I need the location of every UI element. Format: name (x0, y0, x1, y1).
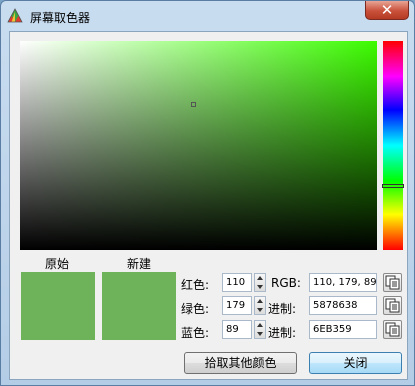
original-label: 原始 (45, 257, 70, 271)
blue-label: 蓝色: (181, 326, 210, 340)
blue-input[interactable]: 89 (222, 320, 252, 339)
green-label: 绿色: (181, 302, 210, 316)
window-title: 屏幕取色器 (30, 11, 91, 25)
rgb-field[interactable]: 110, 179, 89 (309, 273, 377, 292)
red-input[interactable]: 110 (222, 273, 252, 292)
copy-icon (385, 275, 400, 290)
hex-label: 进制: (268, 326, 297, 340)
new-color-swatch (102, 272, 176, 340)
red-label: 红色: (181, 278, 210, 292)
hue-slider-thumb[interactable] (382, 184, 404, 188)
copy-icon (385, 298, 400, 313)
title-bar[interactable]: 屏幕取色器 ✕ (1, 1, 414, 31)
red-stepper[interactable] (254, 273, 266, 292)
hue-slider[interactable] (383, 41, 403, 250)
decimal-field[interactable]: 5878638 (309, 296, 377, 315)
pick-other-color-button[interactable]: 拾取其他颜色 (184, 352, 297, 374)
saturation-value-field[interactable] (20, 41, 377, 250)
color-picker-icon (7, 8, 23, 23)
close-icon: ✕ (380, 1, 394, 19)
close-button[interactable]: 关闭 (309, 352, 402, 374)
blue-stepper[interactable] (254, 320, 266, 339)
sv-cursor[interactable] (191, 102, 196, 107)
copy-hex-button[interactable] (383, 320, 402, 339)
green-stepper[interactable] (254, 296, 266, 315)
new-label: 新建 (127, 257, 152, 271)
copy-rgb-button[interactable] (383, 273, 402, 292)
window-close-button[interactable]: ✕ (365, 1, 409, 20)
decimal-label: 进制: (268, 302, 297, 316)
rgb-label: RGB: (271, 276, 301, 290)
copy-icon (385, 322, 400, 337)
copy-decimal-button[interactable] (383, 296, 402, 315)
green-input[interactable]: 179 (222, 296, 252, 315)
original-color-swatch (21, 272, 95, 340)
hex-field[interactable]: 6EB359 (309, 320, 377, 339)
